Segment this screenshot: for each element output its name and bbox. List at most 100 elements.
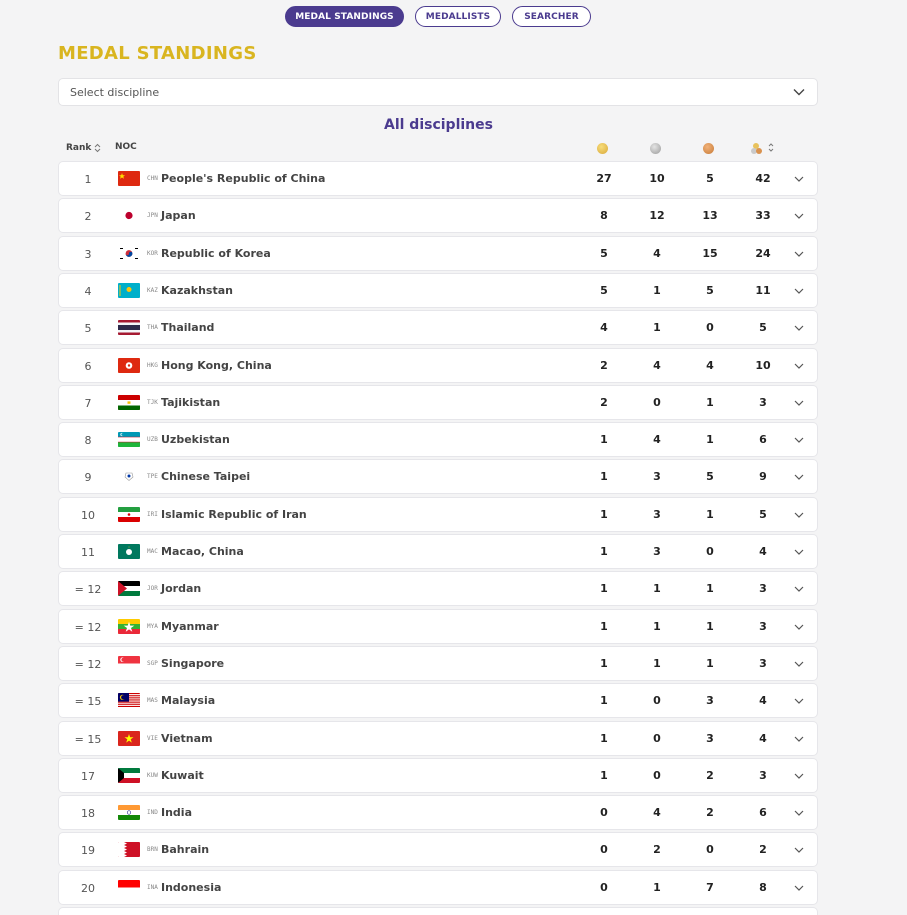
chevron-down-icon[interactable] [794,250,804,258]
rank-cell: 19 [81,844,95,858]
bronze-count: 7 [706,880,714,894]
gold-count: 1 [600,507,608,521]
noc-header: NOC [115,142,137,152]
gold-count: 1 [600,582,608,596]
noc-code: MAC [147,548,158,555]
table-row[interactable]: 19 BRN Bahrain 0 2 0 2 [58,832,818,868]
country-name: India [161,806,192,820]
noc-code: KAZ [147,286,158,294]
total-count: 3 [759,656,767,670]
flag-icon [118,469,140,485]
chevron-down-icon[interactable] [794,324,804,332]
chevron-down-icon[interactable] [794,212,804,220]
table-row[interactable]: 9 TPE Chinese Taipei 1 3 5 9 [58,459,818,495]
rank-cell: 6 [84,359,92,373]
country-name: Republic of Korea [161,246,271,260]
table-row[interactable]: 11 MAC Macao, China 1 3 0 4 [58,534,818,569]
country-name: Kuwait [161,768,204,782]
chevron-down-icon[interactable] [794,809,804,817]
table-row[interactable]: 6 HKG Hong Kong, China 2 4 4 10 [58,347,818,383]
flag-icon [118,245,140,261]
chevron-down-icon[interactable] [794,548,804,556]
noc-code: UZB [147,436,158,444]
table-row[interactable]: 18 IND India 0 4 2 6 [58,795,818,831]
discipline-select[interactable]: Select discipline [58,78,818,106]
table-row[interactable]: 2 JPN Japan 8 12 13 33 [58,198,818,234]
chevron-down-icon[interactable] [794,175,804,183]
chevron-down-icon [793,89,805,96]
tab-medallists[interactable]: MEDALLISTS [415,6,501,27]
bronze-count: 13 [702,209,718,223]
total-count: 9 [759,470,767,484]
noc-code: INA [147,883,158,891]
table-row[interactable]: = 12 JOR Jordan 1 1 1 3 [58,571,818,607]
country-name: People's Republic of China [161,172,326,185]
chevron-down-icon[interactable] [794,846,804,854]
table-row[interactable]: 5 THA Thailand 4 1 0 5 [58,310,818,346]
flag-icon [118,320,140,336]
bronze-medal-icon [703,143,714,154]
flag-icon [118,693,140,709]
country-name: Kazakhstan [161,283,233,297]
silver-count: 4 [653,806,661,820]
table-header: Rank NOC [58,140,818,158]
country-name: Macao, China [161,545,244,558]
bronze-count: 1 [706,619,714,633]
chevron-down-icon[interactable] [794,697,804,705]
table-row[interactable]: 3 KOR Republic of Korea 5 4 15 24 [58,235,818,271]
chevron-down-icon[interactable] [794,884,804,892]
chevron-down-icon[interactable] [794,473,804,481]
chevron-down-icon[interactable] [794,660,804,668]
rank-sort-header[interactable]: Rank [66,143,101,153]
tab-medal-standings[interactable]: MEDAL STANDINGS [285,6,404,27]
chevron-down-icon[interactable] [794,585,804,593]
rank-cell: 9 [84,471,92,485]
table-row[interactable] [58,907,818,915]
rank-header-label: Rank [66,143,92,153]
table-row[interactable]: 17 KUW Kuwait 1 0 2 3 [58,757,818,793]
gold-count: 5 [600,246,608,260]
noc-code: SGP [147,659,158,667]
gold-count: 1 [600,433,608,447]
rank-cell: = 12 [74,657,102,671]
gold-count: 1 [600,768,608,782]
rank-cell: 18 [81,807,95,821]
gold-count: 2 [600,395,608,409]
flag-icon [118,730,140,746]
noc-code: THA [147,324,158,332]
table-row[interactable]: 4 KAZ Kazakhstan 5 1 5 11 [58,272,818,308]
gold-count: 1 [600,694,608,708]
table-row[interactable]: 10 IRI Islamic Republic of Iran 1 3 1 5 [58,496,818,532]
table-row[interactable]: = 12 SGP Singapore 1 1 1 3 [58,645,818,681]
total-count: 42 [755,172,771,185]
flag-icon [118,171,140,186]
total-count: 3 [759,395,767,409]
country-name: Chinese Taipei [161,470,251,484]
table-row[interactable]: = 12 MYA Myanmar 1 1 1 3 [58,608,818,644]
chevron-down-icon[interactable] [794,735,804,743]
table-row[interactable]: 20 INA Indonesia 0 1 7 8 [58,869,818,905]
chevron-down-icon[interactable] [794,436,804,444]
chevron-down-icon[interactable] [794,772,804,780]
silver-count: 0 [653,768,661,782]
total-count: 5 [759,321,767,335]
chevron-down-icon[interactable] [794,511,804,519]
table-row[interactable]: 7 TJK Tajikistan 2 0 1 3 [58,384,818,420]
tab-searcher[interactable]: SEARCHER [512,6,591,27]
bronze-count: 4 [706,358,714,372]
chevron-down-icon[interactable] [794,399,804,407]
table-row[interactable]: 1 CHN People's Republic of China 27 10 5… [58,161,818,196]
table-row[interactable]: = 15 VIE Vietnam 1 0 3 4 [58,720,818,756]
bronze-count: 3 [706,694,714,708]
noc-code: JOR [147,585,158,593]
total-medals-icon[interactable] [750,141,776,155]
table-row[interactable]: = 15 MAS Malaysia 1 0 3 4 [58,683,818,719]
table-title: All disciplines [384,117,493,133]
country-name: Islamic Republic of Iran [161,507,307,521]
total-count: 5 [759,507,767,521]
chevron-down-icon[interactable] [794,362,804,370]
table-row[interactable]: 8 UZB Uzbekistan 1 4 1 6 [58,422,818,458]
bronze-count: 3 [706,731,714,745]
chevron-down-icon[interactable] [794,623,804,631]
chevron-down-icon[interactable] [794,287,804,295]
